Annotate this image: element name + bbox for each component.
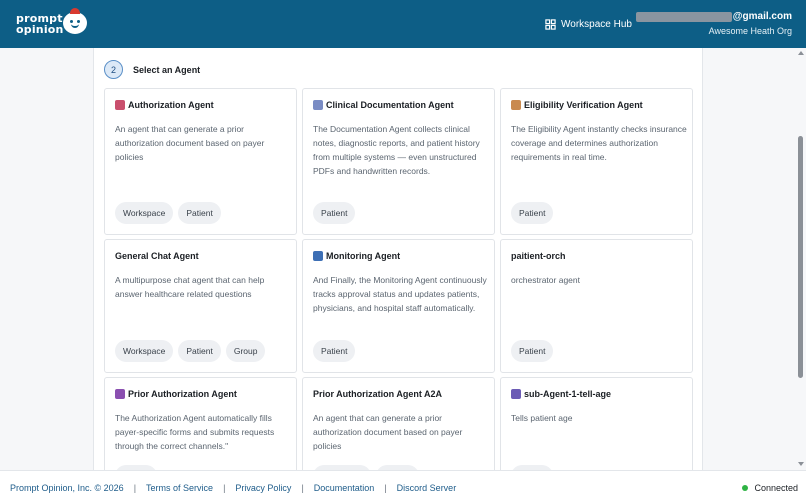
agent-card-title: Authorization Agent xyxy=(115,100,214,110)
redacted-email-bar xyxy=(635,11,732,22)
agent-tag: Patient xyxy=(178,340,221,362)
user-email[interactable]: @gmail.com xyxy=(635,11,792,22)
agent-card-title: Prior Authorization Agent xyxy=(115,389,237,399)
agent-name: Eligibility Verification Agent xyxy=(524,100,643,110)
hospital-icon xyxy=(115,100,125,110)
document-icon xyxy=(115,389,125,399)
agent-tag: Patient xyxy=(178,202,221,224)
agent-tags: Patient xyxy=(511,202,554,224)
step-header: 2 Select an Agent xyxy=(104,60,200,79)
agent-tags: Patient xyxy=(313,202,356,224)
privacy-policy-link[interactable]: Privacy Policy xyxy=(235,483,291,493)
prompt-opinion-logo[interactable]: prompt opinion xyxy=(16,8,96,40)
scroll-up-arrow-icon[interactable] xyxy=(798,51,804,55)
agent-card-title: sub-Agent-1-tell-age xyxy=(511,389,611,399)
agent-description: A multipurpose chat agent that can help … xyxy=(115,275,265,299)
agent-tag: Patient xyxy=(313,340,356,362)
agent-tags: Workspace Patient Group xyxy=(115,340,266,362)
agent-tag: Group xyxy=(225,340,266,362)
copyright-link[interactable]: Prompt Opinion, Inc. © 2026 xyxy=(10,483,124,493)
agent-description: The Eligibility Agent instantly checks i… xyxy=(511,124,687,162)
agent-tag: Workspace xyxy=(115,340,174,362)
agent-name: Clinical Documentation Agent xyxy=(326,100,454,110)
agent-name: Monitoring Agent xyxy=(326,251,401,261)
agent-description: Tells patient age xyxy=(511,413,573,423)
grid-icon xyxy=(545,18,556,30)
agent-card[interactable]: paitient-orch orchestrator agent Patient xyxy=(500,239,693,373)
stethoscope-icon xyxy=(313,251,323,261)
agent-card[interactable]: Authorization Agent An agent that can gen… xyxy=(104,88,297,235)
footer: Prompt Opinion, Inc. © 2026 | Terms of S… xyxy=(0,470,806,503)
agent-name: Prior Authorization Agent xyxy=(128,389,237,399)
footer-links: Prompt Opinion, Inc. © 2026 | Terms of S… xyxy=(10,483,457,493)
agent-card[interactable]: Prior Authorization Agent The Authorizati… xyxy=(104,377,297,470)
agent-name: sub-Agent-1-tell-age xyxy=(524,389,612,399)
agent-card-title: General Chat Agent xyxy=(115,251,199,261)
terms-of-service-link[interactable]: Terms of Service xyxy=(146,483,213,493)
logo-mascot-icon xyxy=(63,8,87,34)
agent-description: And Finally, the Monitoring Agent contin… xyxy=(313,275,487,313)
connection-status: Connected xyxy=(742,483,798,493)
clipboard-icon xyxy=(511,100,521,110)
status-text: Connected xyxy=(754,483,798,493)
robot-icon xyxy=(511,389,521,399)
agent-name: General Chat Agent xyxy=(115,251,199,261)
agent-tags: WorkspacePatient xyxy=(115,202,221,224)
agent-card-title: Prior Authorization Agent A2A xyxy=(313,389,442,399)
agent-description: The Documentation Agent collects clinica… xyxy=(313,124,480,176)
scrollbar-thumb[interactable] xyxy=(798,136,803,378)
organization-name: Awesome Heath Org xyxy=(708,26,792,36)
agent-description: The Authorization Agent automatically fi… xyxy=(115,413,275,451)
agent-description: An agent that can generate a prior autho… xyxy=(115,124,265,162)
agent-name: paitient-orch xyxy=(511,251,566,261)
agent-card-title: Monitoring Agent xyxy=(313,251,400,261)
agent-tag: Patient xyxy=(511,202,554,224)
agent-card[interactable]: Monitoring Agent And Finally, the Monitor… xyxy=(302,239,495,373)
step-title: Select an Agent xyxy=(133,64,201,75)
scroll-down-arrow-icon[interactable] xyxy=(798,462,804,466)
agent-card[interactable]: sub-Agent-1-tell-ageTells patient agePat… xyxy=(500,377,693,470)
logo-text: prompt opinion xyxy=(16,12,64,36)
agent-tag: Patient xyxy=(313,202,356,224)
agent-card[interactable]: General Chat Agent A multipurpose chat ag… xyxy=(104,239,297,373)
agent-name: Prior Authorization Agent A2A xyxy=(313,389,442,399)
step-number-badge: 2 xyxy=(104,60,123,79)
agent-description: An agent that can generate a prior autho… xyxy=(313,413,463,451)
discord-server-link[interactable]: Discord Server xyxy=(397,483,457,493)
agent-card-title: Clinical Documentation Agent xyxy=(313,100,454,110)
workspace-hub-button[interactable]: Workspace Hub xyxy=(545,17,632,31)
agent-tags: Patient xyxy=(313,340,356,362)
agent-tag: Patient xyxy=(511,340,554,362)
agent-tag: Workspace xyxy=(115,202,174,224)
agent-card[interactable]: Clinical Documentation Agent The Document… xyxy=(302,88,495,235)
agent-description: orchestrator agent xyxy=(511,275,580,285)
documentation-link[interactable]: Documentation xyxy=(314,483,375,493)
top-header: prompt opinion Workspace Hub @gmail.com … xyxy=(0,0,806,48)
vertical-scrollbar[interactable] xyxy=(796,48,806,470)
agent-card[interactable]: Eligibility Verification Agent The Eligib… xyxy=(500,88,693,235)
agent-tags: Patient xyxy=(511,340,554,362)
agent-name: Authorization Agent xyxy=(128,100,214,110)
agent-selection-panel: 2 Select an Agent Authorization Agent An … xyxy=(93,48,703,470)
email-suffix: @gmail.com xyxy=(732,11,792,22)
main-content: 2 Select an Agent Authorization Agent An … xyxy=(0,48,806,470)
workspace-hub-label: Workspace Hub xyxy=(561,18,632,30)
status-dot-icon xyxy=(742,485,749,491)
agent-card[interactable]: Prior Authorization Agent A2A An agent th… xyxy=(302,377,495,470)
microscope-icon xyxy=(313,100,323,110)
agent-card-title: Eligibility Verification Agent xyxy=(511,100,643,110)
agent-card-title: paitient-orch xyxy=(511,251,566,261)
